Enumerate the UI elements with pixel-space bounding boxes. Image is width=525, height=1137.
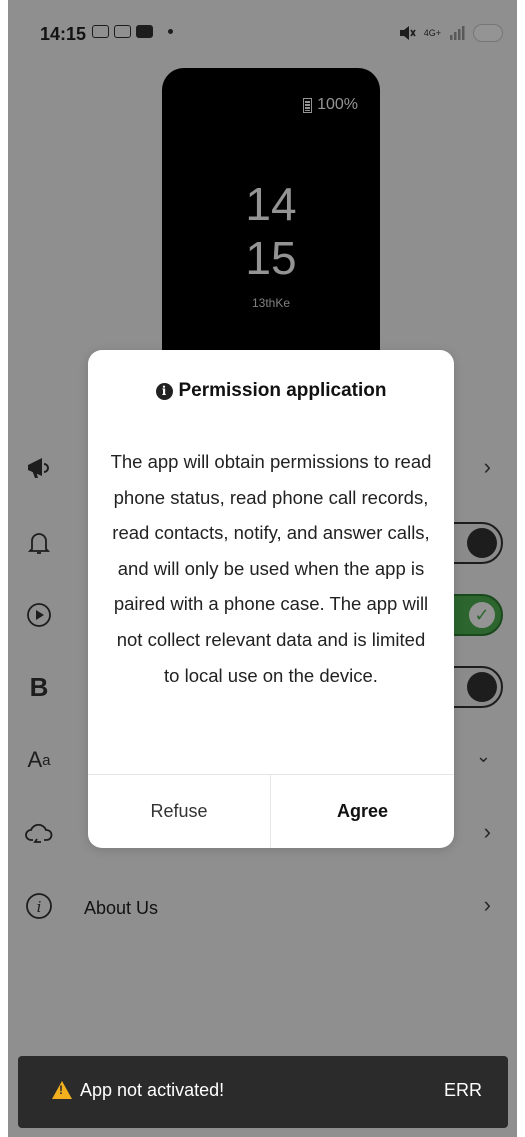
snackbar-message: App not activated! xyxy=(80,1080,225,1100)
snackbar: App not activated! ERR xyxy=(18,1056,508,1128)
warning-icon xyxy=(52,1081,72,1099)
info-icon: i xyxy=(155,382,173,400)
permission-dialog: i Permission application The app will ob… xyxy=(88,350,454,848)
dialog-title-text: Permission application xyxy=(178,380,387,401)
app-screen: 14:15 4G+ 100% 14 15 13thKe › ✓ B A a ⌄ … xyxy=(8,0,517,1137)
snackbar-action[interactable]: ERR xyxy=(444,1080,482,1101)
refuse-button[interactable]: Refuse xyxy=(88,775,270,848)
agree-button[interactable]: Agree xyxy=(271,775,454,848)
dialog-message: The app will obtain permissions to read … xyxy=(110,451,432,686)
dialog-title: i Permission application xyxy=(88,380,454,402)
